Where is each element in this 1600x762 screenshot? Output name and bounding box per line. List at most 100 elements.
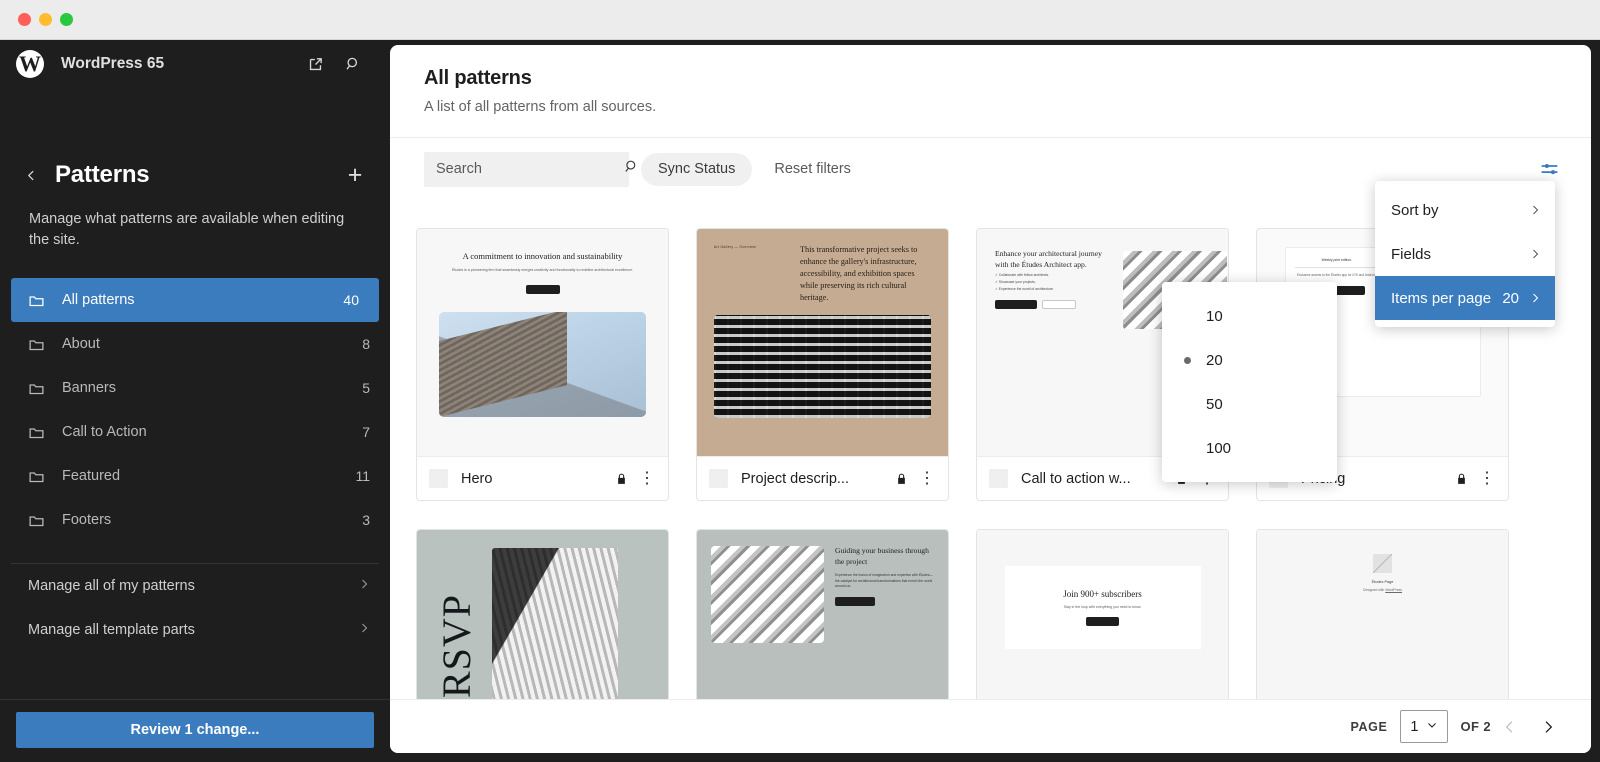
manage-all-template-parts-link[interactable]: Manage all template parts xyxy=(0,608,390,652)
review-changes-button[interactable]: Review 1 change... xyxy=(16,712,374,748)
sidebar: W WordPress 65 xyxy=(0,40,390,762)
preview-credit-link[interactable]: WordPress xyxy=(1385,588,1402,592)
preview-body: Stay in the loop with everything you nee… xyxy=(1064,605,1142,609)
chevron-right-icon xyxy=(358,578,370,594)
app-body: W WordPress 65 xyxy=(0,40,1600,762)
pattern-actions-menu-button[interactable]: ⋮ xyxy=(634,471,660,487)
items-per-page-option-50[interactable]: 50 xyxy=(1162,382,1337,426)
items-per-page-option-20[interactable]: 20 xyxy=(1162,338,1337,382)
reset-filters-button[interactable]: Reset filters xyxy=(774,161,851,177)
pattern-select-checkbox[interactable] xyxy=(709,469,728,488)
manage-all-my-patterns-link[interactable]: Manage all of my patterns xyxy=(0,564,390,608)
site-title: WordPress 65 xyxy=(61,55,164,73)
folder-list: All patterns 40 About 8 Banners 5 xyxy=(0,278,390,542)
sidebar-item-call-to-action[interactable]: Call to Action 7 xyxy=(0,410,390,454)
items-per-page-option-10[interactable]: 10 xyxy=(1162,294,1337,338)
items-per-page-option-100[interactable]: 100 xyxy=(1162,426,1337,470)
manage-link-label: Manage all template parts xyxy=(28,622,358,638)
sidebar-item-banners[interactable]: Banners 5 xyxy=(0,366,390,410)
search-input[interactable] xyxy=(436,161,623,177)
previous-page-button[interactable] xyxy=(1491,708,1529,746)
folder-icon xyxy=(28,380,50,397)
preview-secondary-button xyxy=(1042,300,1076,309)
pattern-actions-menu-button[interactable]: ⋮ xyxy=(914,471,940,487)
pattern-preview[interactable]: Art Gallery — Overview This transformati… xyxy=(696,228,949,456)
preview-newsletter-sheet: Join 900+ subscribers Stay in the loop w… xyxy=(1005,566,1201,649)
sync-status-filter-button[interactable]: Sync Status xyxy=(641,153,752,186)
pattern-card[interactable]: A commitment to innovation and sustainab… xyxy=(416,228,669,501)
folder-count: 5 xyxy=(362,380,370,396)
preview-credit: Designed with WordPress xyxy=(1257,588,1508,592)
sidebar-item-about[interactable]: About 8 xyxy=(0,322,390,366)
preview-buttons xyxy=(995,300,1113,309)
tier-divider xyxy=(1295,267,1380,268)
folder-label: Featured xyxy=(62,468,355,484)
preview-check-item: ✓ Experience the world of architecture. xyxy=(995,287,1113,291)
folder-icon xyxy=(28,336,50,353)
pattern-select-checkbox[interactable] xyxy=(429,469,448,488)
preview-heading: This transformative project seeks to enh… xyxy=(800,244,931,303)
sidebar-item-footers[interactable]: Footers 3 xyxy=(0,498,390,542)
page-label: PAGE xyxy=(1351,720,1388,734)
pattern-preview[interactable]: A commitment to innovation and sustainab… xyxy=(416,228,669,456)
preview-photo xyxy=(711,546,824,643)
sidebar-footer: Review 1 change... xyxy=(0,699,390,762)
folder-label: Banners xyxy=(62,380,362,396)
next-page-button[interactable] xyxy=(1529,708,1567,746)
sidebar-site-row: W WordPress 65 xyxy=(0,40,390,88)
tier-title: Weekly print edition. xyxy=(1295,258,1380,262)
pattern-actions-menu-button[interactable]: ⋮ xyxy=(1474,471,1500,487)
page-number-select[interactable]: 1 xyxy=(1400,710,1447,743)
zoom-window-button[interactable] xyxy=(60,13,73,26)
menu-item-sort-by[interactable]: Sort by xyxy=(1375,188,1555,232)
preview-button xyxy=(1086,617,1119,626)
total-pages-label: OF 2 xyxy=(1461,719,1492,734)
preview-body: Experience the fusion of imagination and… xyxy=(835,573,934,589)
folder-icon xyxy=(28,512,50,529)
preview-button xyxy=(835,597,875,606)
menu-item-label: Items per page xyxy=(1391,290,1502,307)
option-label: 10 xyxy=(1206,308,1223,325)
lock-icon xyxy=(889,472,914,486)
folder-label: About xyxy=(62,336,362,352)
search-icon[interactable] xyxy=(623,158,640,180)
close-window-button[interactable] xyxy=(18,13,31,26)
sidebar-item-featured[interactable]: Featured 11 xyxy=(0,454,390,498)
chevron-right-icon xyxy=(1529,248,1541,260)
folder-count: 3 xyxy=(362,512,370,528)
folder-count: 7 xyxy=(362,424,370,440)
menu-item-fields[interactable]: Fields xyxy=(1375,232,1555,276)
preview-heading: A commitment to innovation and sustainab… xyxy=(443,251,642,262)
external-link-icon[interactable] xyxy=(300,49,330,79)
pattern-card-footer: Hero ⋮ xyxy=(416,456,669,501)
chevron-right-icon xyxy=(358,622,370,638)
add-pattern-button[interactable]: + xyxy=(340,160,370,190)
items-per-page-submenu: 10 20 50 100 xyxy=(1162,282,1337,482)
menu-item-value: 20 xyxy=(1502,290,1519,307)
pattern-title: Call to action w... xyxy=(1021,471,1169,487)
wordpress-logo-icon[interactable]: W xyxy=(16,50,44,78)
window-titlebar xyxy=(0,0,1600,40)
preview-primary-button xyxy=(995,300,1037,309)
pattern-select-checkbox[interactable] xyxy=(989,469,1008,488)
preview-heading: Guiding your business through the projec… xyxy=(835,546,934,567)
chevron-down-icon xyxy=(1426,718,1438,736)
preview-project-description: Art Gallery — Overview This transformati… xyxy=(697,229,948,456)
minimize-window-button[interactable] xyxy=(39,13,52,26)
page-title: Patterns xyxy=(55,161,149,189)
preview-button xyxy=(526,285,560,294)
search-icon[interactable] xyxy=(338,49,368,79)
back-chevron-icon[interactable] xyxy=(16,160,46,190)
folder-label: All patterns xyxy=(62,292,343,308)
menu-item-items-per-page[interactable]: Items per page 20 xyxy=(1375,276,1555,320)
pattern-card[interactable]: Art Gallery — Overview This transformati… xyxy=(696,228,949,501)
view-options-menu: Sort by Fields Items per page 20 xyxy=(1375,181,1555,327)
folder-icon xyxy=(28,292,50,309)
preview-check-item: ✓ Showcase your projects. xyxy=(995,280,1113,284)
folder-count: 11 xyxy=(355,468,370,484)
preview-check-item: ✓ Collaborate with fellow architects. xyxy=(995,273,1113,277)
search-field[interactable] xyxy=(424,152,629,187)
sidebar-item-all-patterns[interactable]: All patterns 40 xyxy=(11,278,379,322)
preview-heading: RSVP xyxy=(433,548,480,698)
current-page-number: 1 xyxy=(1410,719,1418,735)
